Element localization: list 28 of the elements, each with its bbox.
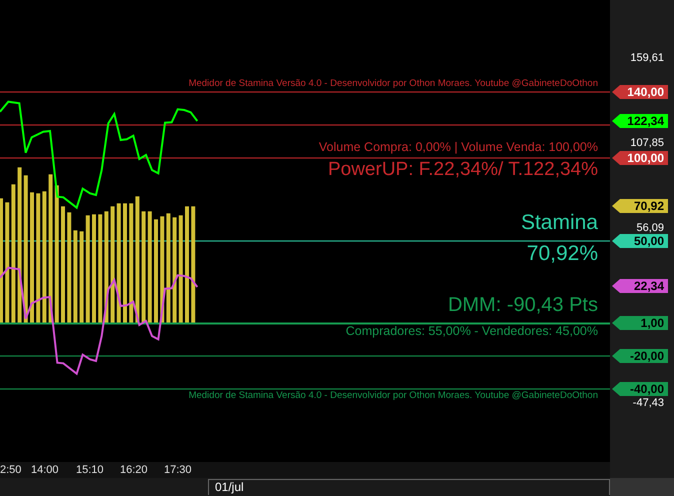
price-tag: -40,00 [612, 382, 668, 396]
price-tag: 122,34 [612, 114, 668, 128]
price-tag: 1,00 [612, 316, 668, 330]
price-tag: 100,00 [612, 151, 668, 165]
watermark-text: Medidor de Stamina Versão 4.0 - Desenvolvidor por Othon Moraes. Youtube @GabineteDoOthon [188, 391, 598, 400]
watermark-text: Medidor de Stamina Versão 4.0 - Desenvolvidor por Othon Moraes. Youtube @GabineteDoOthon [188, 79, 598, 88]
price-label: 159,61 [630, 52, 664, 64]
price-tag: -20,00 [612, 349, 668, 363]
price-label: 107,85 [630, 137, 664, 149]
powerup-text: PowerUP: F.22,34%/ T.122,34% [328, 160, 598, 179]
date-label: 01/jul [208, 479, 610, 495]
time-label: 14:00 [31, 463, 59, 477]
price-tag: 50,00 [612, 234, 668, 248]
price-tag: 70,92 [612, 199, 668, 213]
participants-text: Compradores: 55,00% - Vendedores: 45,00% [346, 325, 598, 338]
dmm-text: DMM: -90,43 Pts [448, 295, 598, 315]
volume-text: Volume Compra: 0,00% | Volume Venda: 100,00% [318, 141, 598, 154]
price-tag: 140,00 [612, 85, 668, 99]
time-label: 2:50 [0, 463, 22, 477]
time-label: 17:30 [164, 463, 192, 477]
axis-corner-panel [610, 478, 674, 496]
price-label: -47,43 [632, 397, 664, 409]
time-label: 15:10 [76, 463, 104, 477]
stamina-value: 70,92% [526, 243, 598, 264]
price-tag: 22,34 [612, 279, 668, 293]
price-label: 56,09 [636, 222, 664, 234]
stamina-label: Stamina [520, 212, 598, 233]
time-label: 16:20 [120, 463, 148, 477]
